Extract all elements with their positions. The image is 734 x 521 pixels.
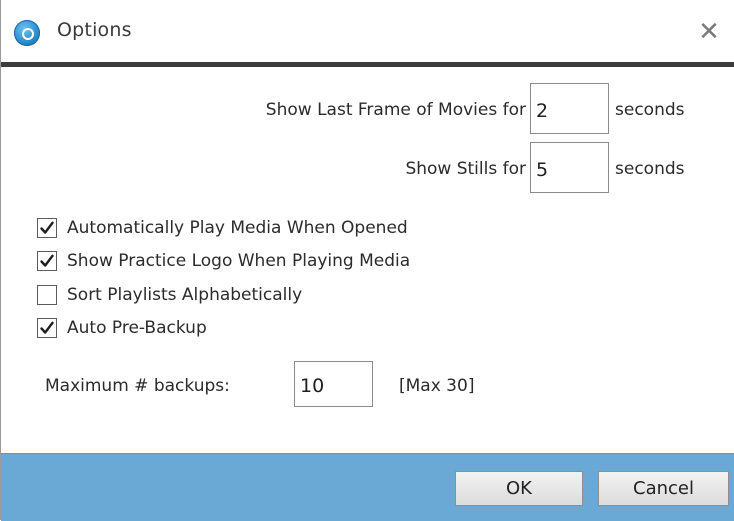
sort-playlists-label: Sort Playlists Alphabetically bbox=[67, 285, 303, 305]
last-frame-seconds-input[interactable] bbox=[530, 83, 609, 134]
cancel-button[interactable]: Cancel bbox=[598, 471, 729, 506]
max-backups-label: Maximum # backups: bbox=[45, 376, 230, 396]
title-bar: Options ✕ bbox=[1, 0, 734, 62]
max-backups-hint: [Max 30] bbox=[399, 376, 475, 396]
stills-seconds-input[interactable] bbox=[530, 142, 609, 193]
show-practice-logo-checkbox[interactable] bbox=[37, 251, 57, 271]
auto-play-label: Automatically Play Media When Opened bbox=[67, 218, 408, 238]
auto-pre-backup-checkbox[interactable] bbox=[37, 318, 57, 338]
show-practice-logo-label: Show Practice Logo When Playing Media bbox=[67, 251, 411, 271]
stills-label: Show Stills for bbox=[405, 159, 526, 179]
checkmark-icon bbox=[40, 321, 54, 334]
option-show-practice-logo[interactable]: Show Practice Logo When Playing Media bbox=[37, 249, 410, 273]
sort-playlists-checkbox[interactable] bbox=[37, 285, 57, 305]
close-icon: ✕ bbox=[698, 17, 720, 47]
options-dialog: Options ✕ Show Last Frame of Movies for … bbox=[0, 0, 734, 521]
auto-pre-backup-label: Auto Pre-Backup bbox=[67, 318, 207, 338]
close-button[interactable]: ✕ bbox=[691, 14, 727, 50]
ok-button[interactable]: OK bbox=[455, 471, 583, 506]
last-frame-unit: seconds bbox=[615, 100, 685, 120]
option-auto-play[interactable]: Automatically Play Media When Opened bbox=[37, 216, 408, 240]
last-frame-label: Show Last Frame of Movies for bbox=[265, 100, 526, 120]
option-auto-pre-backup[interactable]: Auto Pre-Backup bbox=[37, 316, 207, 340]
checkmark-icon bbox=[40, 254, 54, 267]
stills-unit: seconds bbox=[615, 159, 685, 179]
max-backups-input[interactable] bbox=[294, 361, 373, 407]
dialog-footer: OK Cancel bbox=[1, 453, 734, 521]
options-body: Show Last Frame of Movies for seconds Sh… bbox=[1, 67, 734, 453]
option-sort-playlists[interactable]: Sort Playlists Alphabetically bbox=[37, 283, 302, 307]
auto-play-checkbox[interactable] bbox=[37, 218, 57, 238]
checkmark-icon bbox=[40, 221, 54, 234]
dialog-title: Options bbox=[57, 19, 132, 41]
app-logo-icon bbox=[14, 20, 40, 46]
